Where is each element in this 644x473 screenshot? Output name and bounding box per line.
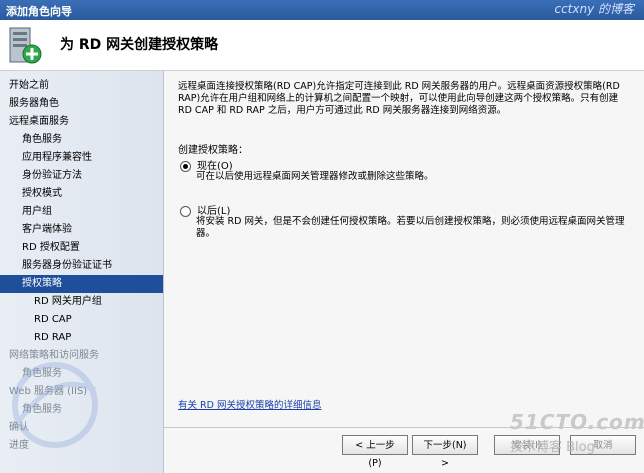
watermark-logo-icon [12, 362, 98, 448]
watermark-blog: 技术博客 Blog [510, 440, 595, 455]
option-now-desc: 可在以后使用远程桌面网关管理器修改或删除这些策略。 [196, 171, 434, 182]
watermark-text: cctxny 的博客 [554, 2, 634, 16]
sidebar-step[interactable]: 远程桌面服务 [0, 113, 163, 131]
option-later[interactable]: 以后(L) [180, 202, 230, 217]
sidebar-step[interactable]: 用户组 [0, 203, 163, 221]
radio-now[interactable] [180, 160, 191, 172]
sidebar-step[interactable]: RD 授权配置 [0, 239, 163, 257]
sidebar-step[interactable]: 角色服务 [0, 131, 163, 149]
back-button[interactable]: < 上一步(P) [342, 435, 408, 469]
sidebar-step[interactable]: 服务器角色 [0, 95, 163, 113]
sidebar-step[interactable]: 授权模式 [0, 185, 163, 203]
option-later-desc: 将安装 RD 网关，但是不会创建任何授权策略。若要以后创建授权策略，则必须使用远… [196, 216, 625, 239]
title-bar: 添加角色向导 cctxny 的博客 [0, 0, 644, 20]
next-button[interactable]: 下一步(N) > [412, 435, 478, 469]
intro-text: 远程桌面连接授权策略(RD CAP)允许指定可连接到此 RD 网关服务器的用户。… [178, 81, 620, 116]
wizard-header: 为 RD 网关创建授权策略 [0, 20, 644, 71]
sidebar-step[interactable]: RD 网关用户组 [0, 293, 163, 311]
section-label: 创建授权策略： [178, 145, 248, 156]
sidebar-step[interactable]: RD RAP [0, 329, 163, 347]
sidebar-step[interactable]: 应用程序兼容性 [0, 149, 163, 167]
option-now[interactable]: 现在(O) [180, 157, 233, 172]
watermark-site: 51CTO.com [510, 410, 644, 434]
sidebar-step[interactable]: 开始之前 [0, 77, 163, 95]
sidebar-step[interactable]: RD CAP [0, 311, 163, 329]
sidebar-step[interactable]: 客户端体验 [0, 221, 163, 239]
radio-later[interactable] [180, 205, 191, 217]
window-title: 添加角色向导 [6, 5, 72, 18]
help-link[interactable]: 有关 RD 网关授权策略的详细信息 [178, 397, 321, 411]
sidebar-step[interactable]: 授权策略 [0, 275, 163, 293]
page-title: 为 RD 网关创建授权策略 [60, 37, 219, 53]
server-add-icon [9, 27, 42, 64]
sidebar-step[interactable]: 服务器身份验证证书 [0, 257, 163, 275]
sidebar-step[interactable]: 身份验证方法 [0, 167, 163, 185]
